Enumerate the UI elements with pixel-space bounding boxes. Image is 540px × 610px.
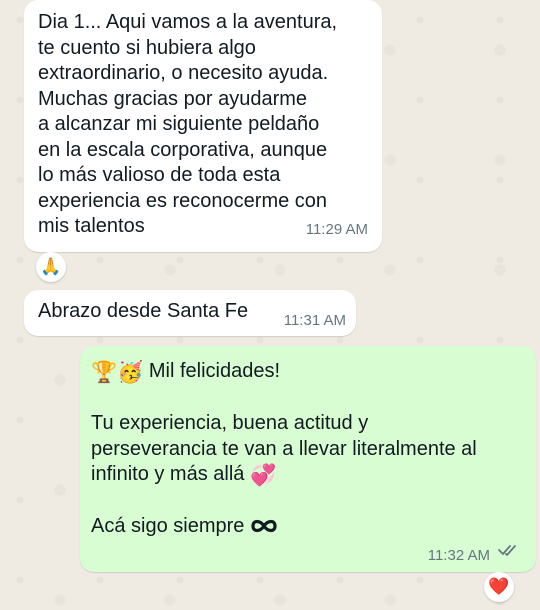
revolving-hearts-emoji: 💞 — [249, 464, 277, 487]
greeting-text: Mil felicidades! — [148, 360, 281, 382]
closing-text: Acá sigo siempre — [91, 515, 245, 537]
incoming-message-bubble[interactable]: Abrazo desde Santa Fe 11:31 AM — [24, 290, 356, 336]
congrats-paragraph: Tu experiencia, buena actitud y persever… — [91, 411, 531, 489]
outgoing-message-bubble[interactable]: 🏆🥳 Mil felicidades! Tu experiencia, buen… — [80, 346, 536, 572]
closing-line: Acá sigo siempre — [91, 514, 531, 542]
infinity-icon — [250, 516, 278, 542]
message-text: 🏆🥳 Mil felicidades! Tu experiencia, buen… — [91, 359, 531, 542]
message-time: 11:32 AM — [427, 547, 490, 564]
message-time: 11:29 AM — [305, 221, 368, 238]
trophy-party-emoji: 🏆🥳 — [91, 361, 144, 384]
read-double-check-icon — [498, 543, 520, 562]
greeting-line: 🏆🥳 Mil felicidades! — [91, 359, 531, 386]
message-time: 11:31 AM — [283, 312, 346, 329]
heart-reaction[interactable]: ❤️ — [484, 572, 514, 602]
message-text: Abrazo desde Santa Fe — [38, 300, 249, 322]
praying-hands-reaction[interactable]: 🙏 — [36, 252, 66, 282]
message-text: Dia 1... Aqui vamos a la aventura, te cu… — [38, 11, 338, 237]
incoming-message-bubble[interactable]: Dia 1... Aqui vamos a la aventura, te cu… — [24, 0, 382, 252]
congrats-text: Tu experiencia, buena actitud y persever… — [91, 412, 477, 485]
